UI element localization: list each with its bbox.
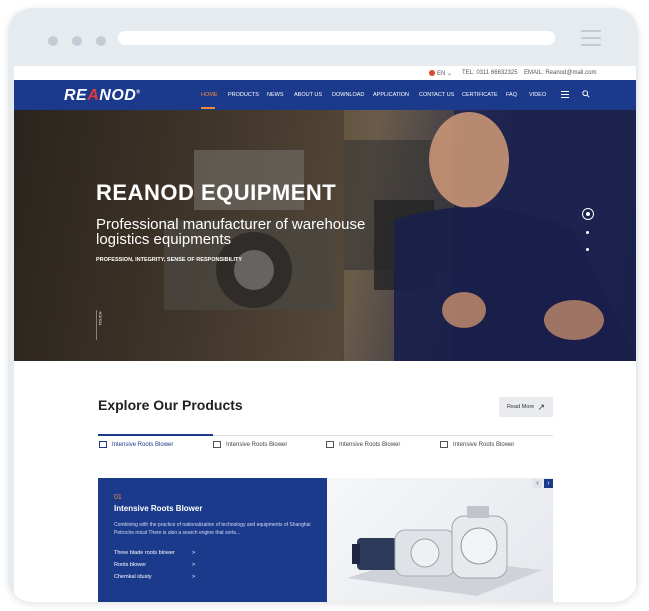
- slide-indicator-active[interactable]: [582, 208, 594, 220]
- chevron-right-icon: >: [192, 550, 196, 556]
- nav-about-us[interactable]: ABOUT US: [294, 92, 322, 98]
- blower-icon: [326, 441, 334, 448]
- slide-indicator[interactable]: [586, 248, 589, 251]
- blower-icon: [440, 441, 448, 448]
- product-image-area: [327, 478, 553, 602]
- window-dot-icon: [96, 36, 106, 46]
- hero-banner: REANOD EQUIPMENT Professional manufactur…: [14, 110, 636, 361]
- web-page: EN ⌄ TEL: 0311 66632325 EMAIL: Reanod@ma…: [14, 66, 636, 602]
- menu-icon[interactable]: [561, 91, 569, 98]
- nav-certificate[interactable]: CERTIFICATE: [462, 92, 498, 98]
- product-link[interactable]: Chemkal idusty >: [114, 574, 195, 580]
- window-dot-icon: [72, 36, 82, 46]
- active-nav-indicator: [201, 107, 215, 109]
- roots-blower-image: [347, 506, 542, 596]
- blower-icon: [99, 441, 107, 448]
- browser-frame: EN ⌄ TEL: 0311 66632325 EMAIL: Reanod@ma…: [8, 8, 638, 602]
- product-tab-1[interactable]: Intensive Roots Blower: [99, 441, 173, 448]
- window-dot-icon: [48, 36, 58, 46]
- section-title: Explore Our Products: [98, 397, 243, 413]
- nav-video[interactable]: VIDEO: [529, 92, 546, 98]
- product-detail-panel: 01 Intensive Roots Blower Combining with…: [98, 478, 327, 602]
- chevron-right-icon: >: [192, 574, 196, 580]
- search-icon[interactable]: [582, 90, 590, 98]
- product-link[interactable]: Three blade roots blower >: [114, 550, 195, 556]
- scroll-label: TOUCH: [97, 311, 103, 326]
- read-more-button[interactable]: Read More ↗: [499, 397, 553, 417]
- nav-news[interactable]: NEWS: [267, 92, 284, 98]
- product-tab-2[interactable]: Intensive Roots Blower: [213, 441, 287, 448]
- nav-download[interactable]: DOWNLOAD: [332, 92, 364, 98]
- browser-menu-icon[interactable]: [581, 30, 601, 46]
- address-bar[interactable]: [118, 31, 555, 45]
- slide-indicator[interactable]: [586, 231, 589, 234]
- product-tab-4[interactable]: Intensive Roots Blower: [440, 441, 514, 448]
- phone-number: TEL: 0311 66632325: [462, 70, 518, 76]
- carousel-prev-button[interactable]: ‹: [533, 479, 542, 488]
- product-title: Intensive Roots Blower: [114, 504, 203, 513]
- utility-bar: EN ⌄ TEL: 0311 66632325 EMAIL: Reanod@ma…: [14, 66, 636, 80]
- nav-home[interactable]: HOME: [201, 92, 218, 98]
- reanod-logo[interactable]: REANOD®: [64, 87, 141, 105]
- blower-icon: [213, 441, 221, 448]
- active-tab-indicator: [98, 434, 213, 436]
- language-selector[interactable]: EN ⌄: [429, 70, 452, 77]
- hero-title: REANOD EQUIPMENT: [96, 180, 337, 205]
- product-tab-3[interactable]: Intensive Roots Blower: [326, 441, 400, 448]
- hero-subtitle: Professional manufacturer of warehouse l…: [96, 216, 366, 248]
- flag-icon: [429, 70, 435, 77]
- email-address[interactable]: EMAIL: Reanod@mail.com: [524, 70, 596, 76]
- carousel-next-button[interactable]: ›: [544, 479, 553, 488]
- product-number: 01: [114, 494, 122, 501]
- product-link[interactable]: Roots blower >: [114, 562, 195, 568]
- nav-application[interactable]: APPLICATION: [373, 92, 409, 98]
- nav-products[interactable]: PRODUCTS: [228, 92, 259, 98]
- nav-faq[interactable]: FAQ: [506, 92, 517, 98]
- product-description: Combining with the practice of nationali…: [114, 522, 311, 536]
- chevron-right-icon: >: [192, 562, 196, 568]
- arrow-up-right-icon: ↗: [537, 402, 545, 412]
- main-navigation: REANOD® HOME PRODUCTS NEWS ABOUT US DOWN…: [14, 80, 636, 110]
- hero-tagline: PROFESSION, INTEGRITY, SENSE OF RESPONSI…: [96, 257, 243, 263]
- browser-toolbar: [8, 8, 638, 66]
- nav-contact-us[interactable]: CONTACT US: [419, 92, 454, 98]
